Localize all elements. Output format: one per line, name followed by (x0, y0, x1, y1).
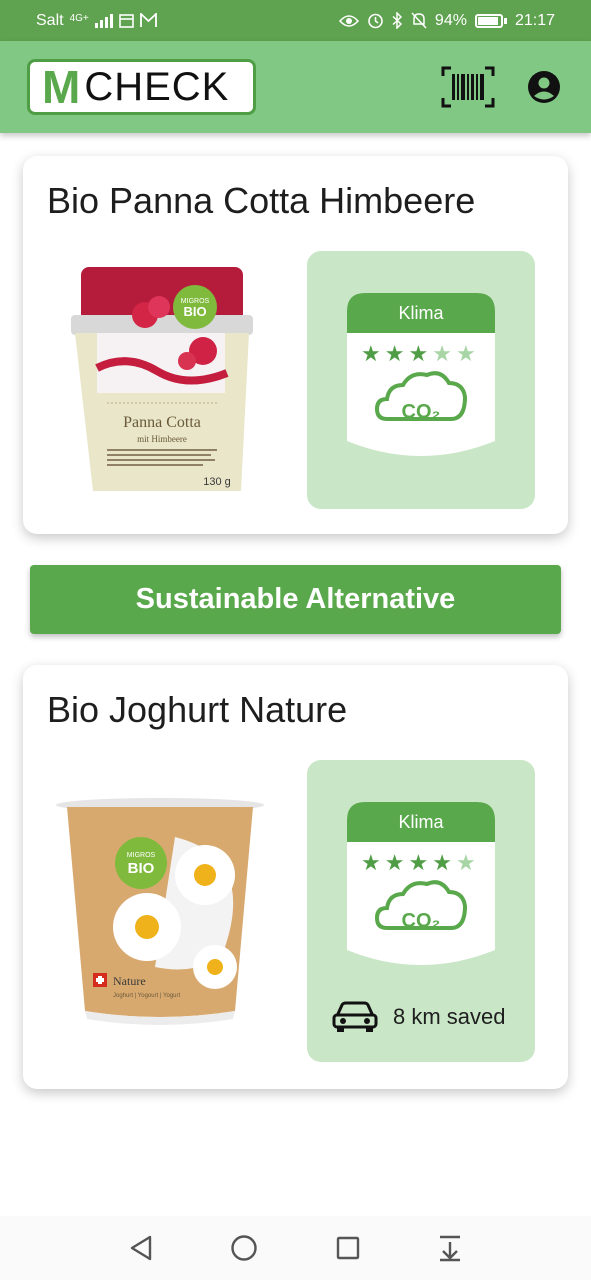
status-left: Salt 4G+ (36, 12, 157, 30)
product-label-sub: mit Himbeere (137, 434, 187, 444)
savings-text: 8 km saved (393, 1004, 506, 1029)
recents-square-icon[interactable] (335, 1235, 361, 1261)
product-label-name: Nature (113, 974, 146, 988)
logo-m: M (42, 61, 81, 113)
star-icon-filled: ★ (408, 341, 429, 366)
network-type: 4G+ (69, 12, 89, 24)
star-icon-empty: ★ (455, 341, 476, 366)
product-title: Bio Panna Cotta Himbeere (47, 180, 476, 221)
product-card[interactable]: Bio Joghurt Nature MIGROS BIO Nature Jog… (23, 665, 568, 1089)
battery-icon (474, 13, 507, 28)
app-bar: M CHECK (0, 41, 591, 133)
product-title: Bio Joghurt Nature (47, 689, 348, 730)
star-rating: ★ ★ ★ ★ ★ (361, 343, 481, 365)
home-circle-icon[interactable] (230, 1234, 258, 1262)
star-icon-filled: ★ (384, 341, 405, 366)
car-icon (332, 1001, 378, 1032)
system-nav-bar (0, 1216, 591, 1280)
status-right: 94% 21:17 (338, 11, 555, 30)
climate-label: Klima (398, 303, 444, 323)
account-circle-icon[interactable] (527, 70, 561, 104)
pull-down-icon[interactable] (437, 1234, 463, 1262)
product-label-sub: Joghurt | Yogourt | Yogurt (113, 993, 181, 999)
star-icon-filled: ★ (384, 850, 405, 875)
climate-badge: Klima ★ ★ ★ ★ ★ CO₂ (347, 293, 495, 461)
star-rating: ★ ★ ★ ★ ★ (361, 852, 481, 874)
calendar-icon (118, 14, 134, 28)
star-icon-filled: ★ (361, 850, 381, 875)
mcheck-logo[interactable]: M CHECK (27, 59, 256, 115)
climate-badge: Klima ★ ★ ★ ★ ★ CO₂ (347, 802, 495, 970)
yogurt-product-image: MIGROS BIO Nature Joghurt | Yogourt | Yo… (56, 798, 264, 1025)
product-label-name: Panna Cotta (123, 414, 201, 431)
co2-label: CO₂ (401, 401, 441, 423)
climate-rating-panel: Klima ★ ★ ★ ★ ★ CO₂ 8 km saved (307, 760, 535, 1062)
carrier-name: Salt (36, 11, 64, 29)
clock: 21:17 (514, 11, 555, 29)
product-badge-main: BIO (128, 860, 155, 877)
app-actions (441, 66, 561, 108)
star-icon-filled: ★ (408, 850, 429, 875)
barcode-scan-icon[interactable] (441, 66, 495, 108)
back-triangle-icon[interactable] (128, 1234, 154, 1262)
product-badge-top: MIGROS (127, 852, 156, 859)
signal-icon (94, 13, 113, 28)
network-sup: + (82, 12, 89, 24)
climate-label: Klima (398, 812, 444, 832)
status-bar: Salt 4G+ 94% 21:17 (0, 0, 591, 41)
product-weight: 130 g (203, 476, 231, 488)
eye-icon (338, 14, 359, 27)
panna-cotta-product-image: MIGROS BIO Panna Cotta mit Himbeere 130 … (71, 267, 253, 491)
sustainable-alternative-button[interactable]: Sustainable Alternative (30, 565, 561, 634)
mail-m-icon (139, 13, 157, 27)
savings-row: 8 km saved (331, 1000, 506, 1034)
alarm-icon (368, 13, 383, 29)
star-icon-filled: ★ (432, 850, 452, 875)
climate-rating-panel: Klima ★ ★ ★ ★ ★ CO₂ (307, 251, 535, 509)
logo-check-text: CHECK (84, 65, 230, 109)
product-badge-main: BIO (183, 304, 206, 319)
star-icon-empty: ★ (455, 850, 476, 875)
star-icon-empty: ★ (432, 341, 452, 366)
product-card[interactable]: Bio Panna Cotta Himbeere MIGROS BIO Pann… (23, 156, 568, 534)
network-label: 4G (69, 12, 83, 24)
star-icon-filled: ★ (361, 341, 381, 366)
battery-percent: 94% (434, 11, 467, 29)
bell-off-icon (411, 12, 427, 29)
bluetooth-icon (392, 12, 402, 29)
co2-label: CO₂ (401, 910, 441, 932)
